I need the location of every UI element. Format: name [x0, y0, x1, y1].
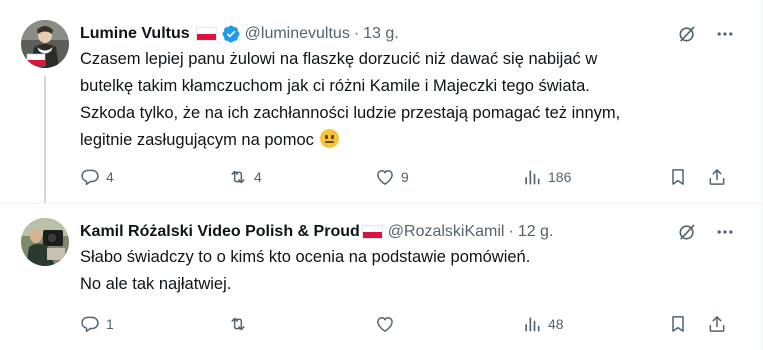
neutral-face-emoji-icon: [320, 129, 340, 148]
verified-badge-icon[interactable]: [221, 24, 241, 44]
display-name[interactable]: Lumine Vultus: [80, 25, 190, 43]
grok-icon[interactable]: [677, 24, 697, 44]
avatar[interactable]: [21, 20, 69, 68]
separator-dot: ·: [353, 25, 360, 42]
like-icon: [377, 317, 393, 332]
tweet-kamil-rozalski[interactable]: Kamil Różalski Video Polish & Proud @Roz…: [0, 204, 763, 350]
views-icon: [525, 317, 540, 332]
avatar[interactable]: [21, 218, 69, 266]
display-name[interactable]: Kamil Różalski Video Polish & Proud: [80, 223, 360, 241]
reply-button[interactable]: 4: [80, 167, 114, 187]
separator-dot: ·: [508, 223, 514, 240]
views-button[interactable]: 48: [522, 314, 564, 334]
grok-icon[interactable]: [677, 222, 697, 242]
repost-icon: [231, 170, 245, 184]
views-count: 48: [548, 316, 564, 332]
tweet-actions: 4 4 9 186: [80, 166, 743, 188]
poland-flag-icon: [361, 225, 383, 239]
tweet-actions: 1 48: [80, 313, 743, 335]
share-button[interactable]: [707, 314, 727, 334]
like-icon: [377, 170, 393, 185]
tweet-text-line: Czasem lepiej panu żulowi na flaszkę dor…: [80, 50, 598, 68]
bookmark-button[interactable]: [668, 167, 688, 187]
reply-button[interactable]: 1: [80, 314, 114, 334]
tweet-text: Czasem lepiej panu żulowi na flaszkę dor…: [80, 46, 739, 154]
repost-button[interactable]: 4: [228, 167, 262, 187]
like-button[interactable]: 9: [375, 167, 409, 187]
more-icon[interactable]: [715, 222, 735, 242]
tweet-header: Lumine Vultus @luminevultus · 13 g.: [80, 23, 743, 45]
tweet-lumine-vultus[interactable]: Lumine Vultus @luminevultus · 13 g. Czas…: [0, 0, 763, 204]
share-button[interactable]: [707, 167, 727, 187]
more-icon[interactable]: [715, 24, 735, 44]
tweet-text-line: legitnie zasługującym na pomoc: [80, 131, 314, 149]
tweet-header: Kamil Różalski Video Polish & Proud @Roz…: [80, 221, 743, 243]
bookmark-button[interactable]: [668, 314, 688, 334]
reply-icon: [81, 316, 99, 333]
like-count: 9: [401, 169, 409, 185]
timestamp[interactable]: 12 g.: [518, 223, 554, 241]
handle[interactable]: @RozalskiKamil: [388, 223, 505, 241]
share-icon: [709, 316, 725, 332]
views-button[interactable]: 186: [522, 167, 571, 187]
share-icon: [709, 169, 725, 185]
views-icon: [525, 170, 540, 185]
repost-count: 4: [254, 169, 262, 185]
reply-icon: [81, 169, 99, 186]
tweet-text-line: butelkę takim kłamczuchom jak ci różni K…: [80, 77, 590, 95]
tweet-text-line: No ale tak najłatwiej.: [80, 275, 232, 293]
timestamp[interactable]: 13 g.: [363, 25, 399, 43]
handle[interactable]: @luminevultus: [245, 25, 350, 43]
bookmark-icon: [672, 169, 684, 185]
poland-flag-icon: [195, 27, 217, 41]
like-button[interactable]: [375, 314, 401, 334]
repost-icon: [231, 317, 245, 331]
reply-count: 1: [106, 316, 114, 332]
tweet-text-line: Słabo świadczy to o kimś kto ocenia na p…: [80, 248, 531, 266]
bookmark-icon: [672, 316, 684, 332]
views-count: 186: [548, 169, 572, 185]
tweet-text-line: Szkoda tylko, że na ich zachłanności lud…: [80, 104, 621, 122]
thread-line: [44, 76, 46, 203]
reply-count: 4: [106, 169, 114, 185]
tweet-text: Słabo świadczy to o kimś kto ocenia na p…: [80, 244, 739, 298]
repost-button[interactable]: [228, 314, 254, 334]
